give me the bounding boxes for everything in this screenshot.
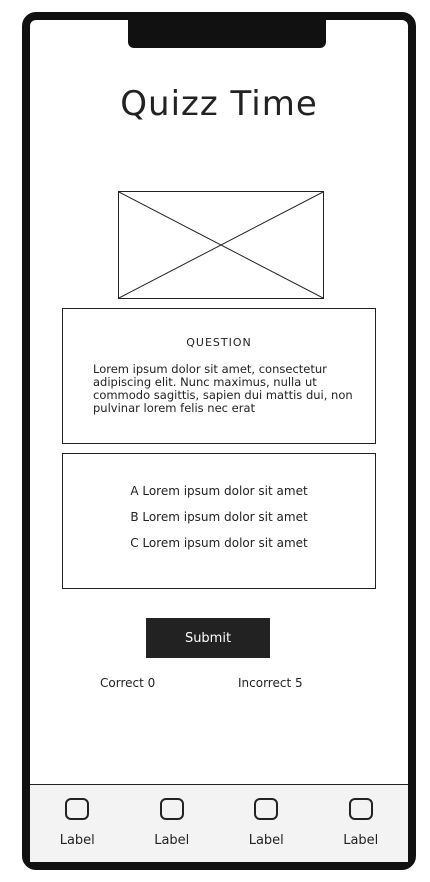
- square-icon: [65, 798, 90, 820]
- tab-item-2[interactable]: Label: [125, 785, 220, 862]
- incorrect-count: Incorrect 5: [238, 676, 303, 690]
- image-placeholder-icon: [118, 191, 324, 299]
- correct-count: Correct 0: [100, 676, 156, 690]
- question-heading: QUESTION: [186, 336, 252, 349]
- tab-label: Label: [154, 833, 190, 848]
- phone-notch: [128, 18, 326, 48]
- answers-card: A Lorem ipsum dolor sit amet B Lorem ips…: [62, 453, 376, 589]
- tab-label: Label: [248, 833, 284, 848]
- page-title: Quizz Time: [120, 84, 318, 124]
- tab-item-4[interactable]: Label: [314, 785, 409, 862]
- square-icon: [254, 798, 279, 820]
- question-text: Lorem ipsum dolor sit amet, consectetur …: [93, 362, 353, 415]
- submit-button[interactable]: Submit: [146, 618, 270, 658]
- square-icon: [159, 798, 184, 820]
- bottom-tab-bar: Label Label Label Label: [30, 784, 408, 862]
- question-card: QUESTION Lorem ipsum dolor sit amet, con…: [62, 308, 376, 444]
- square-icon: [348, 798, 373, 820]
- tab-label: Label: [59, 833, 95, 848]
- tab-item-3[interactable]: Label: [219, 785, 314, 862]
- tab-item-1[interactable]: Label: [30, 785, 125, 862]
- tab-label: Label: [343, 833, 379, 848]
- answer-option-c[interactable]: C Lorem ipsum dolor sit amet: [63, 536, 375, 550]
- phone-frame: Quizz Time QUESTION Lorem ipsum dolor si…: [22, 12, 416, 870]
- answer-option-b[interactable]: B Lorem ipsum dolor sit amet: [63, 510, 375, 524]
- answer-option-a[interactable]: A Lorem ipsum dolor sit amet: [63, 484, 375, 498]
